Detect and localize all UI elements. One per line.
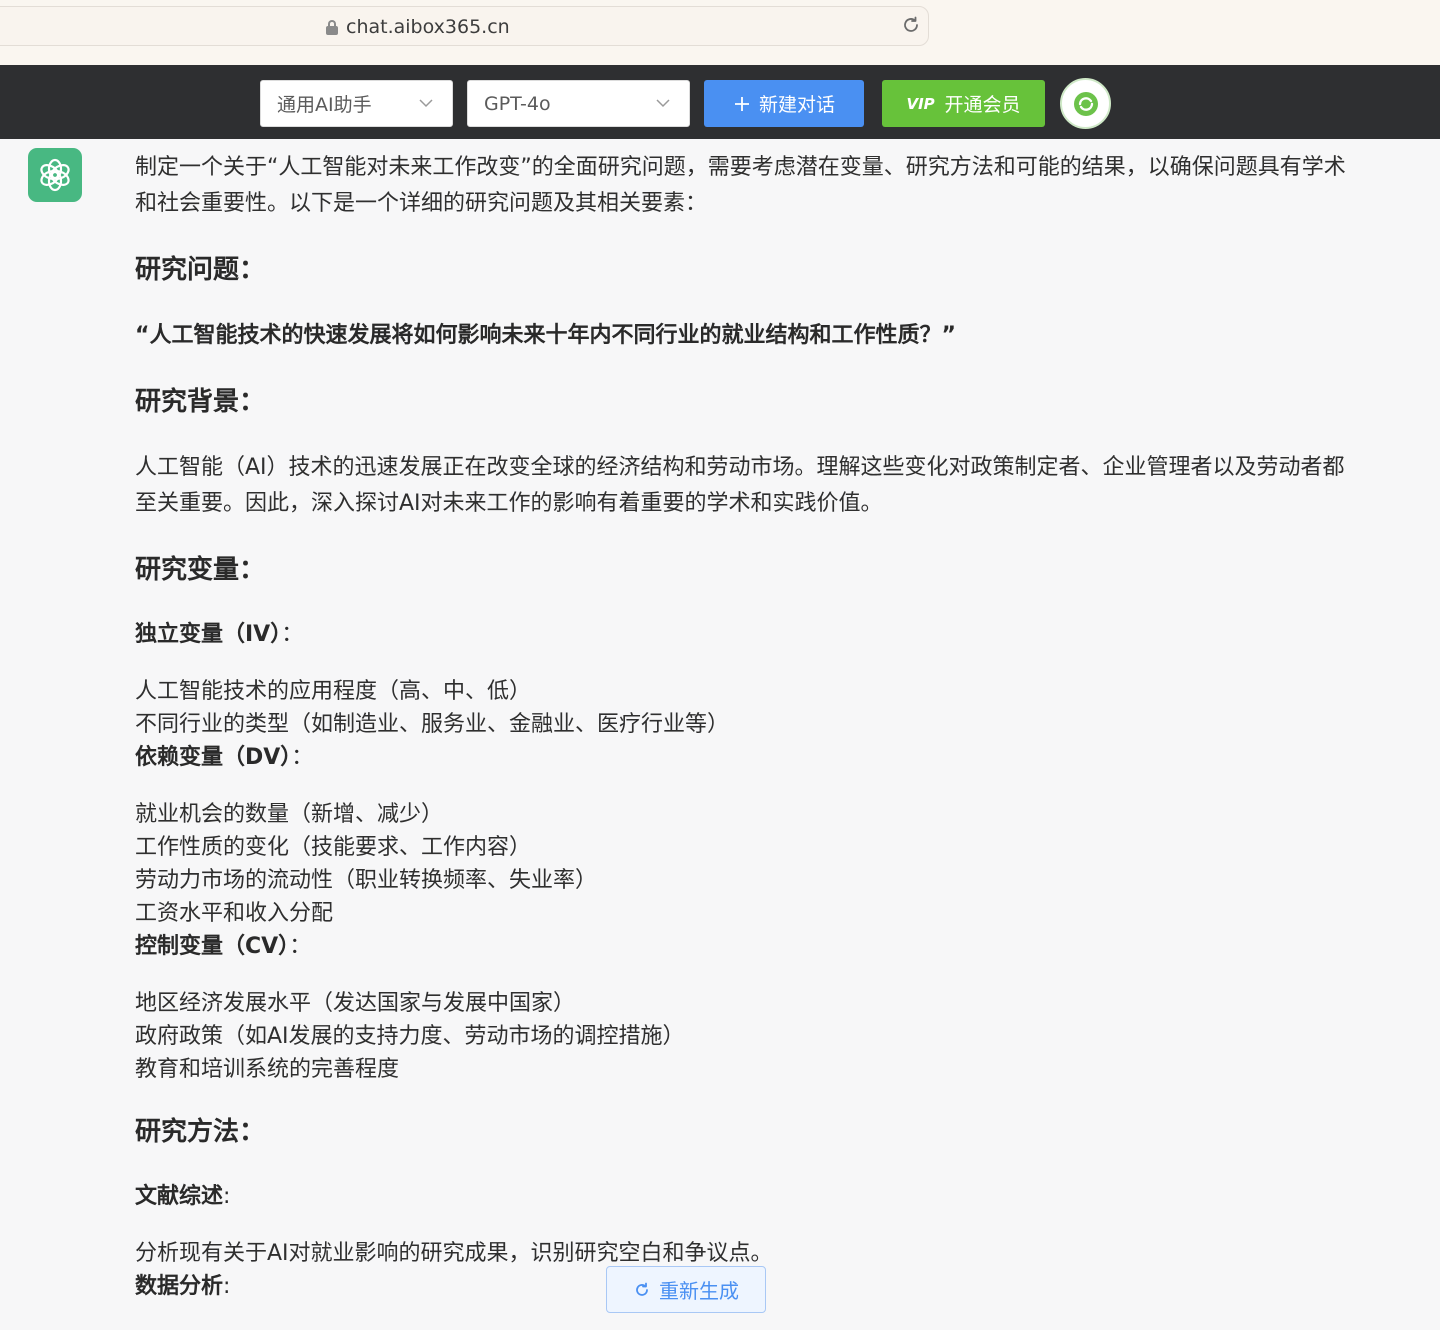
refresh-icon: [636, 1282, 648, 1296]
list-item: 工作性质的变化（技能要求、工作内容）: [135, 835, 532, 860]
browser-bar: chat.aibox365.cn: [0, 0, 1440, 65]
new-chat-label: 新建对话: [758, 94, 835, 116]
url-text: chat.aibox365.cn: [346, 16, 510, 38]
list-item: 劳动力市场的流动性（职业转换频率、失业率）: [135, 868, 598, 893]
background-heading: 研究背景：: [135, 387, 266, 417]
app-toolbar: 通用AI助手 GPT-4o 新建对话 VIP 开通会员: [0, 65, 1440, 139]
vip-icon: VIP: [906, 94, 935, 113]
dv-list: 就业机会的数量（新增、减少） 工作性质的变化（技能要求、工作内容） 劳动力市场的…: [135, 798, 1365, 930]
variables-heading: 研究变量：: [135, 555, 266, 585]
cv-label: 控制变量（CV）：: [135, 934, 312, 959]
methods-heading: 研究方法：: [135, 1117, 266, 1147]
question-text: “人工智能技术的快速发展将如何影响未来十年内不同行业的就业结构和工作性质？”: [135, 323, 956, 348]
assistant-select[interactable]: 通用AI助手: [260, 80, 453, 127]
assistant-avatar: [28, 148, 82, 202]
support-button[interactable]: [1060, 78, 1111, 129]
chevron-down-icon: [656, 99, 670, 108]
assistant-select-value: 通用AI助手: [277, 94, 372, 116]
list-item: 不同行业的类型（如制造业、服务业、金融业、医疗行业等）: [135, 712, 730, 737]
model-select[interactable]: GPT-4o: [467, 80, 690, 127]
list-item: 教育和培训系统的完善程度: [135, 1057, 400, 1082]
regenerate-label: 重新生成: [659, 1279, 739, 1303]
lit-label: 文献综述:: [135, 1184, 231, 1209]
regenerate-button[interactable]: 重新生成: [606, 1266, 766, 1313]
list-item: 人工智能技术的应用程度（高、中、低）: [135, 679, 532, 704]
vip-button[interactable]: VIP 开通会员: [882, 80, 1045, 127]
list-item: 政府政策（如AI发展的支持力度、劳动市场的调控措施）: [135, 1024, 685, 1049]
list-item: 地区经济发展水平（发达国家与发展中国家）: [135, 991, 576, 1016]
model-select-value: GPT-4o: [484, 92, 551, 115]
new-chat-button[interactable]: 新建对话: [704, 80, 864, 127]
cv-list: 地区经济发展水平（发达国家与发展中国家） 政府政策（如AI发展的支持力度、劳动市…: [135, 987, 1365, 1086]
intro-paragraph: 制定一个关于“人工智能对未来工作改变”的全面研究问题，需要考虑潜在变量、研究方法…: [135, 155, 1346, 216]
iv-label: 独立变量（IV）：: [135, 622, 304, 647]
plus-icon: [734, 96, 749, 111]
list-item: 就业机会的数量（新增、减少）: [135, 802, 444, 827]
assistant-message: 制定一个关于“人工智能对未来工作改变”的全面研究问题，需要考虑潜在变量、研究方法…: [135, 150, 1365, 1303]
refresh-icon: [1073, 91, 1098, 116]
lock-icon: [326, 19, 338, 35]
chevron-down-icon: [419, 99, 433, 108]
vip-label: 开通会员: [944, 94, 1021, 116]
background-paragraph: 人工智能（AI）技术的迅速发展正在改变全球的经济结构和劳动市场。理解这些变化对政…: [135, 455, 1345, 516]
url-display[interactable]: chat.aibox365.cn: [326, 16, 510, 38]
chatgpt-logo-icon: [40, 158, 70, 192]
list-item: 工资水平和收入分配: [135, 901, 334, 926]
question-heading: 研究问题：: [135, 255, 266, 285]
iv-list: 人工智能技术的应用程度（高、中、低） 不同行业的类型（如制造业、服务业、金融业、…: [135, 675, 1365, 741]
dv-label: 依赖变量（DV）：: [135, 745, 314, 770]
reload-icon[interactable]: [900, 14, 922, 36]
